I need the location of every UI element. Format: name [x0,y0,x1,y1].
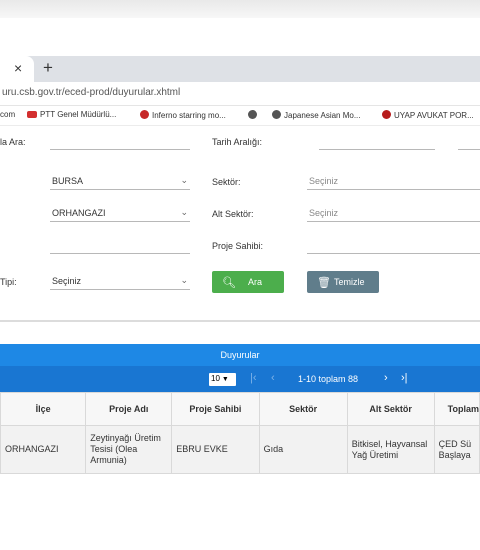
cell-proje-adi: Zeytinyağı Üretim Tesisi (Olea Armunia) [85,425,173,474]
cell-sektor: Gıda [258,425,348,474]
prev-page-icon[interactable]: ‹ [271,372,275,384]
temizle-label: Temizle [334,277,365,287]
ara-label: Ara [248,277,263,287]
bookmark-japanese[interactable]: Japanese Asian Mo... [272,110,361,120]
mahalle-input[interactable] [50,238,190,254]
browser-tab[interactable]: × [0,56,34,82]
bookmark-uyap[interactable]: UYAP AVUKAT POR... [382,110,474,120]
bookmark-globe[interactable] [248,110,260,120]
alt-sektor-select[interactable]: Seçiniz [307,206,480,222]
keyword-label: la Ara: [0,137,26,147]
il-select[interactable]: BURSA ⌄ [50,174,190,190]
proje-sahibi-input[interactable] [307,238,480,254]
col-sektor[interactable]: Sektör [258,392,348,426]
keyword-input[interactable] [50,134,190,150]
ptt-icon [27,111,37,118]
col-ilce[interactable]: İlçe [0,392,87,426]
bookmark-com[interactable]: com [0,110,15,119]
bookmarks-bar: com PTT Genel Müdürlü... Inferno starrin… [0,106,480,126]
next-page-icon[interactable]: › [384,372,388,384]
date-start-input[interactable] [319,134,435,150]
chevron-down-icon: ⌄ [180,175,188,185]
last-page-icon[interactable]: ›| [401,372,408,384]
alt-sektor-label: Alt Sektör: [212,209,254,219]
date-range-label: Tarih Aralığı: [212,137,263,147]
alt-sektor-placeholder: Seçiniz [309,208,339,218]
cell-alt-sektor: Bitkisel, Hayvansal Yağ Üretimi [346,425,435,474]
tipi-select[interactable]: Seçiniz ⌄ [50,274,190,290]
panel-title: Duyurular [0,344,480,366]
url-text[interactable]: uru.csb.gov.tr/eced-prod/duyurular.xhtml [2,87,180,98]
results-table: İlçe Proje Adı Proje Sahibi Sektör Alt S… [0,392,480,474]
proje-sahibi-label: Proje Sahibi: [212,241,264,251]
page-info: 1-10 toplam 88 [298,374,359,384]
col-alt-sektor[interactable]: Alt Sektör [346,392,435,426]
cell-proje-sahibi: EBRU EVKE [171,425,260,474]
il-value: BURSA [52,176,84,186]
tab-bar: × + [0,56,480,82]
temizle-button[interactable]: 🗑︎ Temizle [307,271,379,293]
globe-icon [248,110,257,119]
col-toplam[interactable]: Toplam [433,392,480,426]
page-size-value: 10 [211,374,220,383]
uyap-icon [382,110,391,119]
chevron-down-icon: ⌄ [180,275,188,285]
search-icon: 🔍︎ [222,277,236,289]
date-end-input[interactable] [458,134,480,150]
new-tab-icon[interactable]: + [43,58,53,78]
window-top-edge [0,0,480,18]
col-proje-adi[interactable]: Proje Adı [85,392,173,426]
cell-durum: ÇED Sü Başlaya [433,425,480,474]
ara-button[interactable]: 🔍︎ Ara [212,271,284,293]
first-page-icon[interactable]: |‹ [250,372,257,384]
ilce-select[interactable]: ORHANGAZI ⌄ [50,206,190,222]
address-bar[interactable]: uru.csb.gov.tr/eced-prod/duyurular.xhtml [0,82,480,106]
tipi-label: Tipi: [0,277,17,287]
sektor-label: Sektör: [212,177,241,187]
globe-icon [272,110,281,119]
page-size-select[interactable]: 10 ▼ [209,373,236,386]
bookmark-inferno[interactable]: Inferno starring mo... [140,110,226,120]
search-form: la Ara: Tarih Aralığı: BURSA ⌄ Sektör: S… [0,126,480,322]
paginator: 10 ▼ |‹ ‹ 1-10 toplam 88 › ›| [0,366,480,392]
chevron-down-icon: ⌄ [180,207,188,217]
ilce-value: ORHANGAZI [52,208,106,218]
bookmark-ptt[interactable]: PTT Genel Müdürlü... [27,110,116,119]
trash-icon: 🗑︎ [317,277,331,289]
sektor-placeholder: Seçiniz [309,176,339,186]
cell-ilce: ORHANGAZI [0,425,87,474]
tipi-value: Seçiniz [52,276,82,286]
table-row[interactable]: ORHANGAZI Zeytinyağı Üretim Tesisi (Olea… [0,425,480,474]
sektor-select[interactable]: Seçiniz [307,174,480,190]
tab-close-icon[interactable]: × [14,60,22,76]
col-proje-sahibi[interactable]: Proje Sahibi [171,392,260,426]
chrome-icon [140,110,149,119]
